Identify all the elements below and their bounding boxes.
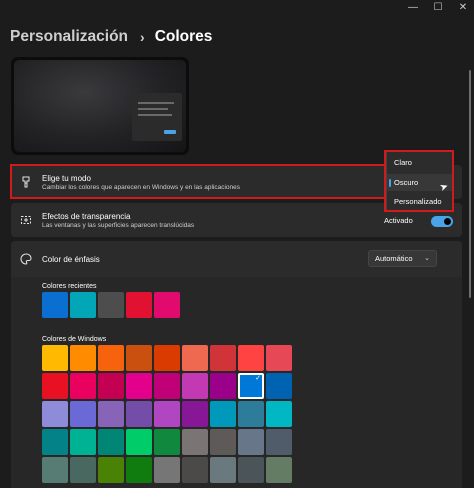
windows-color-swatch[interactable] [266, 401, 292, 427]
page-title: Colores [154, 28, 213, 45]
transparency-subtitle: Las ventanas y las superficies aparecen … [42, 222, 195, 229]
windows-color-swatch[interactable] [126, 345, 152, 371]
windows-color-swatch[interactable] [210, 401, 236, 427]
recent-color-swatch[interactable] [126, 292, 152, 318]
recent-color-swatch[interactable] [70, 292, 96, 318]
windows-color-swatch[interactable] [210, 429, 236, 455]
windows-color-swatch[interactable] [98, 401, 124, 427]
windows-color-swatch[interactable] [126, 401, 152, 427]
toggle-knob [444, 218, 451, 225]
windows-color-swatch[interactable] [70, 429, 96, 455]
windows-color-swatch[interactable] [98, 373, 124, 399]
preview-desktop [14, 60, 186, 152]
windows-color-swatch[interactable] [42, 345, 68, 371]
windows-color-swatch[interactable] [182, 457, 208, 483]
windows-color-swatch[interactable] [154, 401, 180, 427]
windows-color-swatch[interactable] [126, 373, 152, 399]
windows-color-swatch[interactable] [210, 457, 236, 483]
close-icon: ✕ [458, 1, 468, 13]
windows-color-swatch[interactable] [126, 457, 152, 483]
recent-color-swatch[interactable] [154, 292, 180, 318]
checkmark-icon: ✓ [255, 375, 261, 382]
recent-colors-label: Colores recientes [42, 283, 97, 290]
windows-color-swatch[interactable] [182, 373, 208, 399]
maximize-icon: ☐ [433, 1, 443, 13]
windows-color-swatch[interactable] [154, 345, 180, 371]
windows-color-swatch[interactable] [210, 345, 236, 371]
windows-color-swatch[interactable] [238, 401, 264, 427]
theme-preview [11, 57, 189, 155]
accent-title: Color de énfasis [42, 255, 100, 264]
windows-color-swatch[interactable] [42, 401, 68, 427]
windows-color-swatch[interactable] [266, 373, 292, 399]
windows-colors-label: Colores de Windows [42, 336, 107, 343]
preview-window [132, 93, 182, 141]
recent-color-swatch[interactable] [98, 292, 124, 318]
windows-color-swatch[interactable] [154, 457, 180, 483]
windows-color-swatch[interactable] [42, 457, 68, 483]
windows-color-swatch[interactable] [98, 429, 124, 455]
windows-color-swatch[interactable] [182, 401, 208, 427]
accent-mode-value: Automático [375, 254, 413, 263]
breadcrumb-chevron-icon: › [140, 29, 145, 45]
close-button[interactable]: ✕ [450, 0, 474, 14]
chevron-down-icon: ⌄ [424, 255, 430, 262]
preview-line [138, 114, 172, 116]
scrollbar[interactable] [469, 70, 471, 298]
minimize-button[interactable]: — [400, 0, 426, 14]
breadcrumb: Personalización › Colores [10, 28, 212, 46]
windows-color-swatch[interactable] [98, 457, 124, 483]
windows-color-swatch[interactable] [238, 429, 264, 455]
preview-line [138, 102, 174, 104]
transparency-state-label: Activado [384, 216, 413, 225]
windows-color-swatch[interactable] [266, 345, 292, 371]
windows-color-swatch[interactable] [182, 345, 208, 371]
breadcrumb-parent[interactable]: Personalización [10, 28, 128, 46]
title-bar: — ☐ ✕ [0, 0, 474, 16]
palette-icon [20, 253, 32, 265]
windows-color-swatch[interactable] [98, 345, 124, 371]
highlight-box [10, 164, 388, 199]
maximize-button[interactable]: ☐ [425, 0, 451, 14]
windows-color-swatch[interactable] [70, 345, 96, 371]
preview-button [164, 130, 176, 134]
windows-color-swatch[interactable]: ✓ [238, 373, 264, 399]
windows-color-swatch[interactable] [210, 373, 236, 399]
windows-color-swatch[interactable] [42, 429, 68, 455]
preview-line [138, 108, 168, 110]
windows-color-swatch[interactable] [266, 429, 292, 455]
windows-color-swatch[interactable] [154, 373, 180, 399]
windows-color-swatch[interactable] [70, 401, 96, 427]
windows-color-swatch[interactable] [238, 457, 264, 483]
windows-color-swatch[interactable] [70, 457, 96, 483]
windows-color-swatch[interactable] [126, 429, 152, 455]
windows-color-swatch[interactable] [266, 457, 292, 483]
transparency-toggle[interactable] [431, 216, 453, 227]
windows-color-swatch[interactable] [70, 373, 96, 399]
transparency-icon [20, 214, 32, 226]
recent-color-swatch[interactable] [42, 292, 68, 318]
windows-color-swatch[interactable] [238, 345, 264, 371]
windows-color-swatch[interactable] [154, 429, 180, 455]
transparency-title: Efectos de transparencia [42, 212, 131, 221]
minimize-icon: — [408, 1, 418, 13]
windows-color-swatch[interactable] [182, 429, 208, 455]
accent-mode-select[interactable]: Automático ⌄ [368, 250, 437, 267]
windows-color-swatch[interactable] [42, 373, 68, 399]
